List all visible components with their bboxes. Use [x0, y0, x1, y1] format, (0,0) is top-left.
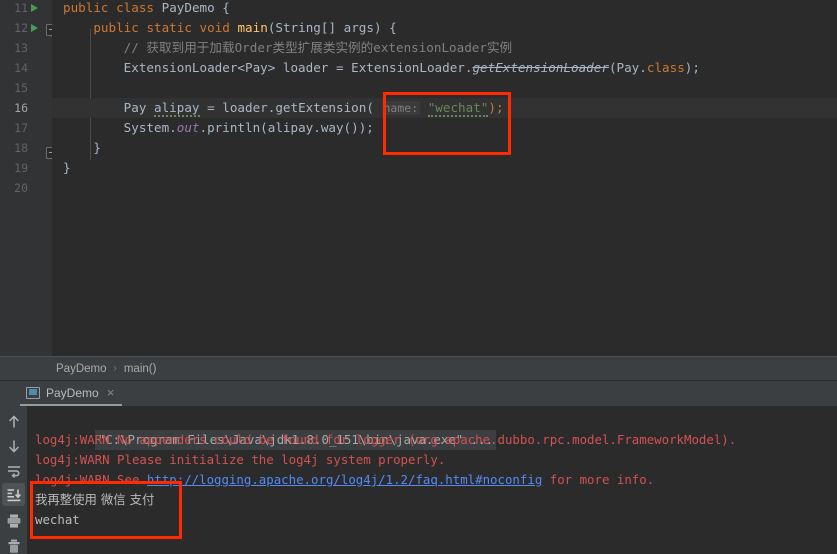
token-method-name: main — [237, 20, 268, 35]
console-tab-label: PayDemo — [46, 385, 99, 400]
code-line-18[interactable]: } — [52, 138, 837, 158]
gutter-line-16[interactable]: 16 — [0, 98, 52, 118]
token-keyword: void — [199, 20, 230, 35]
token-tail: ); — [684, 60, 700, 75]
line-number: 11 — [14, 1, 28, 15]
code-editor[interactable]: 11 12 13 14 15 16 17 18 19 20 public cla… — [0, 0, 837, 356]
gutter-line-11[interactable]: 11 — [0, 0, 52, 18]
console-line-warning-1: log4j:WARN No appenders could be found f… — [35, 432, 737, 447]
editor-gutter[interactable]: 11 12 13 14 15 16 17 18 19 20 — [0, 0, 52, 356]
line-number: 20 — [14, 181, 28, 195]
ide-window: 11 12 13 14 15 16 17 18 19 20 public cla… — [0, 0, 837, 554]
gutter-line-17[interactable]: 17 — [0, 118, 52, 138]
code-line-11[interactable]: public class PayDemo { — [52, 0, 837, 18]
token-args: (Pay. — [608, 60, 647, 75]
console-line-stdout-2: wechat — [35, 512, 80, 527]
token-call: = loader.getExtension( — [199, 100, 374, 115]
close-icon[interactable]: × — [107, 386, 115, 399]
token-static-field: out — [176, 120, 200, 135]
gutter-line-13[interactable]: 13 — [0, 38, 52, 58]
line-number: 18 — [14, 141, 28, 155]
code-line-16[interactable]: Pay alipay = loader.getExtension( name: … — [52, 98, 837, 118]
gutter-line-12[interactable]: 12 — [0, 18, 52, 38]
line-number: 19 — [14, 161, 28, 175]
token-expression: System. — [123, 120, 177, 135]
breadcrumb-separator-icon: › — [113, 363, 117, 374]
console-line-stdout-1: 我再整使用 微信 支付 — [35, 492, 155, 507]
token-call: .println(alipay.way()); — [199, 120, 374, 135]
token-keyword: public — [93, 20, 139, 35]
code-text-area[interactable]: public class PayDemo { public static voi… — [52, 0, 837, 356]
code-line-19[interactable]: } — [52, 158, 837, 178]
rerun-up-icon[interactable] — [2, 410, 25, 433]
token-class-name: PayDemo — [161, 0, 215, 15]
token-keyword: class — [646, 60, 685, 75]
line-number: 16 — [14, 101, 28, 115]
token-tail: ); — [488, 100, 504, 115]
console-tab-bar: PayDemo × — [0, 381, 837, 406]
console-tab-paydemo[interactable]: PayDemo × — [20, 381, 123, 406]
console-warning-prefix: log4j:WARN See — [35, 472, 147, 487]
console-warning-suffix: for more info. — [542, 472, 655, 487]
token-brace: { — [222, 0, 230, 15]
console-side-toolbar — [0, 406, 27, 554]
line-number: 12 — [14, 21, 28, 35]
run-marker-icon[interactable] — [31, 4, 38, 12]
run-console-panel: PayDemo × "C:\Program Files\Java\jdk1.8.… — [0, 381, 837, 554]
line-number: 15 — [14, 81, 28, 95]
breadcrumb-class[interactable]: PayDemo — [56, 363, 107, 375]
line-number: 13 — [14, 41, 28, 55]
token-comment: // 获取到用于加载Order类型扩展类实例的extensionLoader实例 — [123, 40, 513, 55]
breadcrumb[interactable]: PayDemo › main() — [0, 356, 837, 380]
line-number: 17 — [14, 121, 28, 135]
line-number: 14 — [14, 61, 28, 75]
clear-all-icon[interactable] — [2, 534, 25, 554]
token-variable: alipay — [154, 100, 200, 117]
token-params: (String[] args) { — [267, 20, 397, 35]
token-brace: } — [63, 160, 71, 175]
token-expression: ExtensionLoader<Pay> loader = ExtensionL… — [123, 60, 473, 75]
token-type: Pay — [123, 100, 155, 115]
rerun-down-icon[interactable] — [2, 434, 25, 457]
token-brace: } — [93, 140, 101, 155]
code-line-15[interactable] — [52, 78, 837, 98]
breadcrumb-method[interactable]: main() — [124, 363, 157, 375]
token-deprecated-method: getExtensionLoader — [472, 60, 609, 75]
token-keyword: class — [116, 0, 155, 15]
gutter-line-14[interactable]: 14 — [0, 58, 52, 78]
print-icon[interactable] — [2, 509, 25, 532]
parameter-hint-inlay: name: — [381, 101, 421, 115]
console-output[interactable]: "C:\Program Files\Java\jdk1.8.0_151\bin\… — [27, 406, 837, 554]
console-line-warning-2: log4j:WARN Please initialize the log4j s… — [35, 452, 446, 467]
code-line-13[interactable]: // 获取到用于加载Order类型扩展类实例的extensionLoader实例 — [52, 38, 837, 58]
code-line-20[interactable] — [52, 178, 837, 198]
token-string-literal: "wechat" — [427, 100, 489, 117]
gutter-line-19[interactable]: 19 — [0, 158, 52, 178]
token-keyword: public — [63, 0, 109, 15]
code-line-12[interactable]: public static void main(String[] args) { — [52, 18, 837, 38]
token-keyword: static — [146, 20, 192, 35]
run-configuration-icon — [26, 386, 40, 399]
scroll-to-end-icon[interactable] — [2, 483, 25, 506]
console-line-command: "C:\Program Files\Java\jdk1.8.0_151\bin\… — [35, 410, 837, 450]
code-line-17[interactable]: System.out.println(alipay.way()); — [52, 118, 837, 138]
gutter-line-20[interactable]: 20 — [0, 178, 52, 198]
gutter-line-15[interactable]: 15 — [0, 78, 52, 98]
code-line-14[interactable]: ExtensionLoader<Pay> loader = ExtensionL… — [52, 58, 837, 78]
gutter-line-18[interactable]: 18 — [0, 138, 52, 158]
console-link[interactable]: http://logging.apache.org/log4j/1.2/faq.… — [147, 472, 542, 487]
run-marker-icon[interactable] — [31, 24, 38, 32]
soft-wrap-icon[interactable] — [2, 459, 25, 482]
console-line-warning-3: log4j:WARN See http://logging.apache.org… — [35, 470, 837, 490]
